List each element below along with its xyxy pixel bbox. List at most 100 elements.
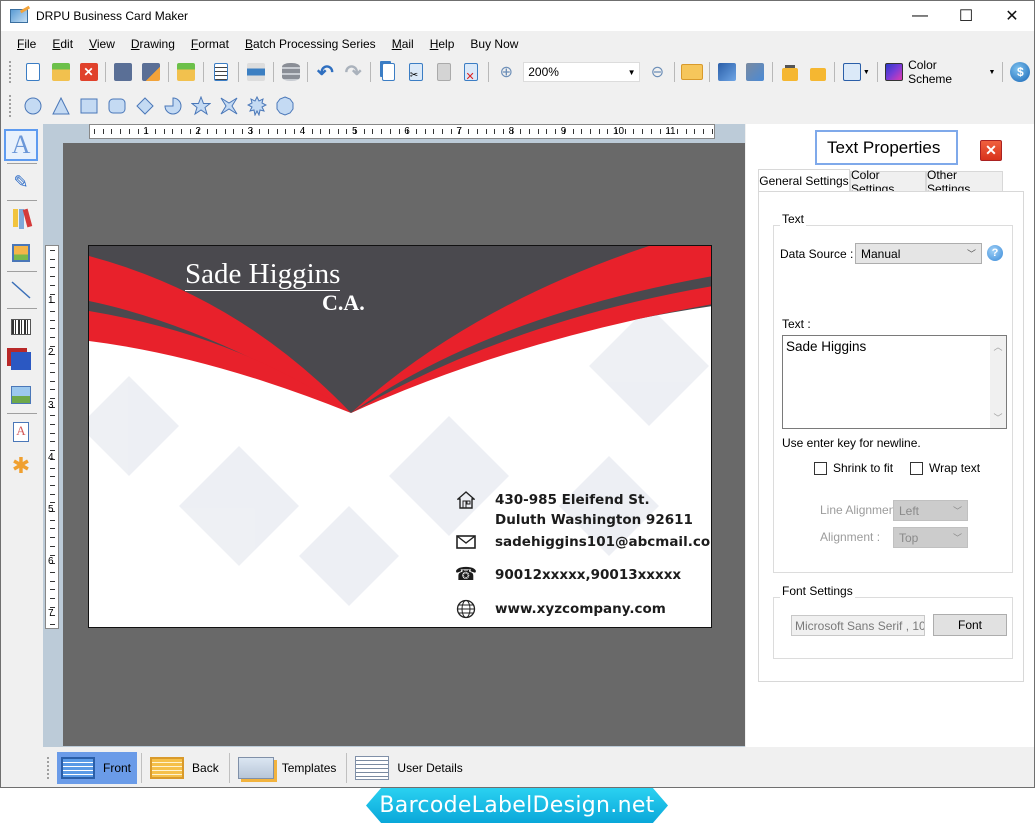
ellipse-icon — [24, 97, 42, 115]
menu-buy-now[interactable]: Buy Now — [462, 37, 526, 51]
menu-file[interactable]: File — [9, 37, 44, 51]
shrink-to-fit-checkbox[interactable]: Shrink to fit — [814, 461, 893, 475]
toolbar-separator — [105, 62, 107, 82]
menu-mail[interactable]: Mail — [384, 37, 422, 51]
barcode-tool[interactable] — [4, 311, 38, 343]
rounded-rectangle-tool[interactable] — [106, 95, 128, 117]
card-address[interactable]: 430-985 Eleifend St. Duluth Washington 92… — [455, 490, 693, 530]
undo-button[interactable]: ↶ — [312, 60, 338, 84]
templates-tab[interactable]: Templates — [234, 752, 343, 784]
burst-tool[interactable] — [246, 95, 268, 117]
diamond-tool[interactable] — [134, 95, 156, 117]
lock-button[interactable] — [777, 60, 803, 84]
print-button[interactable] — [243, 60, 269, 84]
menu-label: dit — [60, 37, 74, 51]
unlock-icon — [809, 68, 826, 81]
zoom-out-button[interactable]: ⊖ — [644, 60, 670, 84]
card-website[interactable]: www.xyzcompany.com — [455, 599, 666, 619]
menu-help[interactable]: Help — [422, 37, 463, 51]
image-tool[interactable] — [4, 237, 38, 269]
ellipse-tool[interactable] — [22, 95, 44, 117]
redo-button[interactable]: ↷ — [340, 60, 366, 84]
zoom-in-button[interactable]: ⊕ — [493, 60, 519, 84]
symbol-tool[interactable]: ✱ — [4, 450, 38, 482]
help-icon[interactable]: ? — [987, 245, 1003, 261]
front-tab[interactable]: Front — [57, 752, 138, 784]
card-email[interactable]: sadehiggins101@abcmail.com — [455, 532, 712, 552]
menu-view[interactable]: View — [81, 37, 123, 51]
bring-front-button[interactable] — [714, 60, 740, 84]
user-details-tab[interactable]: User Details — [351, 752, 468, 784]
save-as-button[interactable] — [138, 60, 164, 84]
color-scheme-button[interactable]: Color Scheme ▼ — [881, 58, 999, 86]
font-button[interactable]: Font — [933, 614, 1007, 636]
cut-button[interactable]: ✂ — [403, 60, 429, 84]
rectangle-tool[interactable] — [78, 95, 100, 117]
textarea-scrollbar[interactable]: ︿ ﹀ — [990, 336, 1006, 428]
data-source-select[interactable]: Manual ﹀ — [855, 243, 982, 264]
ruler-tick — [120, 129, 122, 134]
maximize-button[interactable]: ☐ — [943, 1, 989, 31]
scroll-down-icon[interactable]: ﹀ — [993, 411, 1002, 424]
menu-format[interactable]: Format — [183, 37, 237, 51]
minimize-button[interactable]: — — [897, 1, 943, 31]
toolbar-grip[interactable] — [9, 95, 13, 117]
paste-button[interactable] — [431, 60, 457, 84]
picture-tool[interactable] — [4, 379, 38, 411]
toolbar-grip[interactable] — [9, 61, 13, 83]
shapes-tool[interactable] — [4, 345, 38, 377]
database-icon — [281, 63, 300, 81]
copy-button[interactable] — [375, 60, 401, 84]
tab-color-settings[interactable]: Color Settings — [850, 168, 926, 196]
close-file-button[interactable]: ✕ — [76, 60, 102, 84]
phone-icon: ☎ — [454, 564, 478, 585]
close-properties-button[interactable]: ✕ — [980, 140, 1002, 161]
toolbar-grip[interactable] — [47, 757, 51, 779]
text-input[interactable]: Sade Higgins ︿ ﹀ — [782, 335, 1007, 429]
card-title[interactable]: C.A. — [322, 290, 365, 316]
menu-edit[interactable]: Edit — [44, 37, 81, 51]
email-button[interactable] — [679, 60, 705, 84]
unlock-button[interactable] — [805, 60, 831, 84]
wrap-text-checkbox[interactable]: Wrap text — [910, 461, 980, 475]
ruler-tick — [241, 129, 243, 134]
scroll-up-icon[interactable]: ︿ — [993, 340, 1002, 353]
save-button[interactable] — [110, 60, 136, 84]
send-back-button[interactable] — [742, 60, 768, 84]
back-tab[interactable]: Back — [146, 752, 225, 784]
open-button[interactable] — [48, 60, 74, 84]
export-button[interactable] — [173, 60, 199, 84]
new-button[interactable] — [20, 60, 46, 84]
buy-button[interactable]: $ — [1007, 60, 1033, 84]
open-icon — [51, 63, 70, 81]
tab-general-settings[interactable]: General Settings — [758, 169, 850, 193]
menu-accel: D — [130, 37, 140, 51]
card-name[interactable]: Sade Higgins — [185, 258, 341, 291]
database-button[interactable] — [278, 60, 304, 84]
watermark-tool[interactable]: A — [4, 416, 38, 448]
card-phone[interactable]: ☎ 90012xxxxx,90013xxxxx — [455, 565, 681, 585]
close-button[interactable]: ✕ — [989, 1, 1035, 31]
properties-button[interactable] — [208, 60, 234, 84]
zoom-value: 200% — [528, 65, 559, 79]
delete-button[interactable]: ✕ — [459, 60, 485, 84]
zoom-select[interactable]: 200% ▼ — [523, 62, 641, 82]
menu-batch-processing[interactable]: Batch Processing Series — [237, 37, 384, 51]
menu-drawing[interactable]: Drawing — [123, 37, 183, 51]
polygon-tool[interactable] — [274, 95, 296, 117]
email-text: sadehiggins101@abcmail.com — [495, 534, 712, 550]
star-tool[interactable] — [190, 95, 212, 117]
align-button[interactable]: ▼ — [839, 60, 873, 84]
alignment-select[interactable]: Top ﹀ — [893, 527, 968, 548]
library-tool[interactable] — [4, 203, 38, 235]
tab-other-settings[interactable]: Other Settings — [926, 168, 1003, 196]
bring-front-icon — [718, 63, 737, 81]
pie-tool[interactable] — [162, 95, 184, 117]
line-alignment-select[interactable]: Left ﹀ — [893, 500, 968, 521]
line-tool[interactable] — [4, 274, 38, 306]
signature-tool[interactable]: ✎ — [4, 166, 38, 198]
triangle-tool[interactable] — [50, 95, 72, 117]
four-point-star-tool[interactable] — [218, 95, 240, 117]
text-tool[interactable]: A — [4, 129, 38, 161]
business-card[interactable]: Sade Higgins C.A. 430-985 Eleifend St. Du… — [88, 245, 712, 628]
